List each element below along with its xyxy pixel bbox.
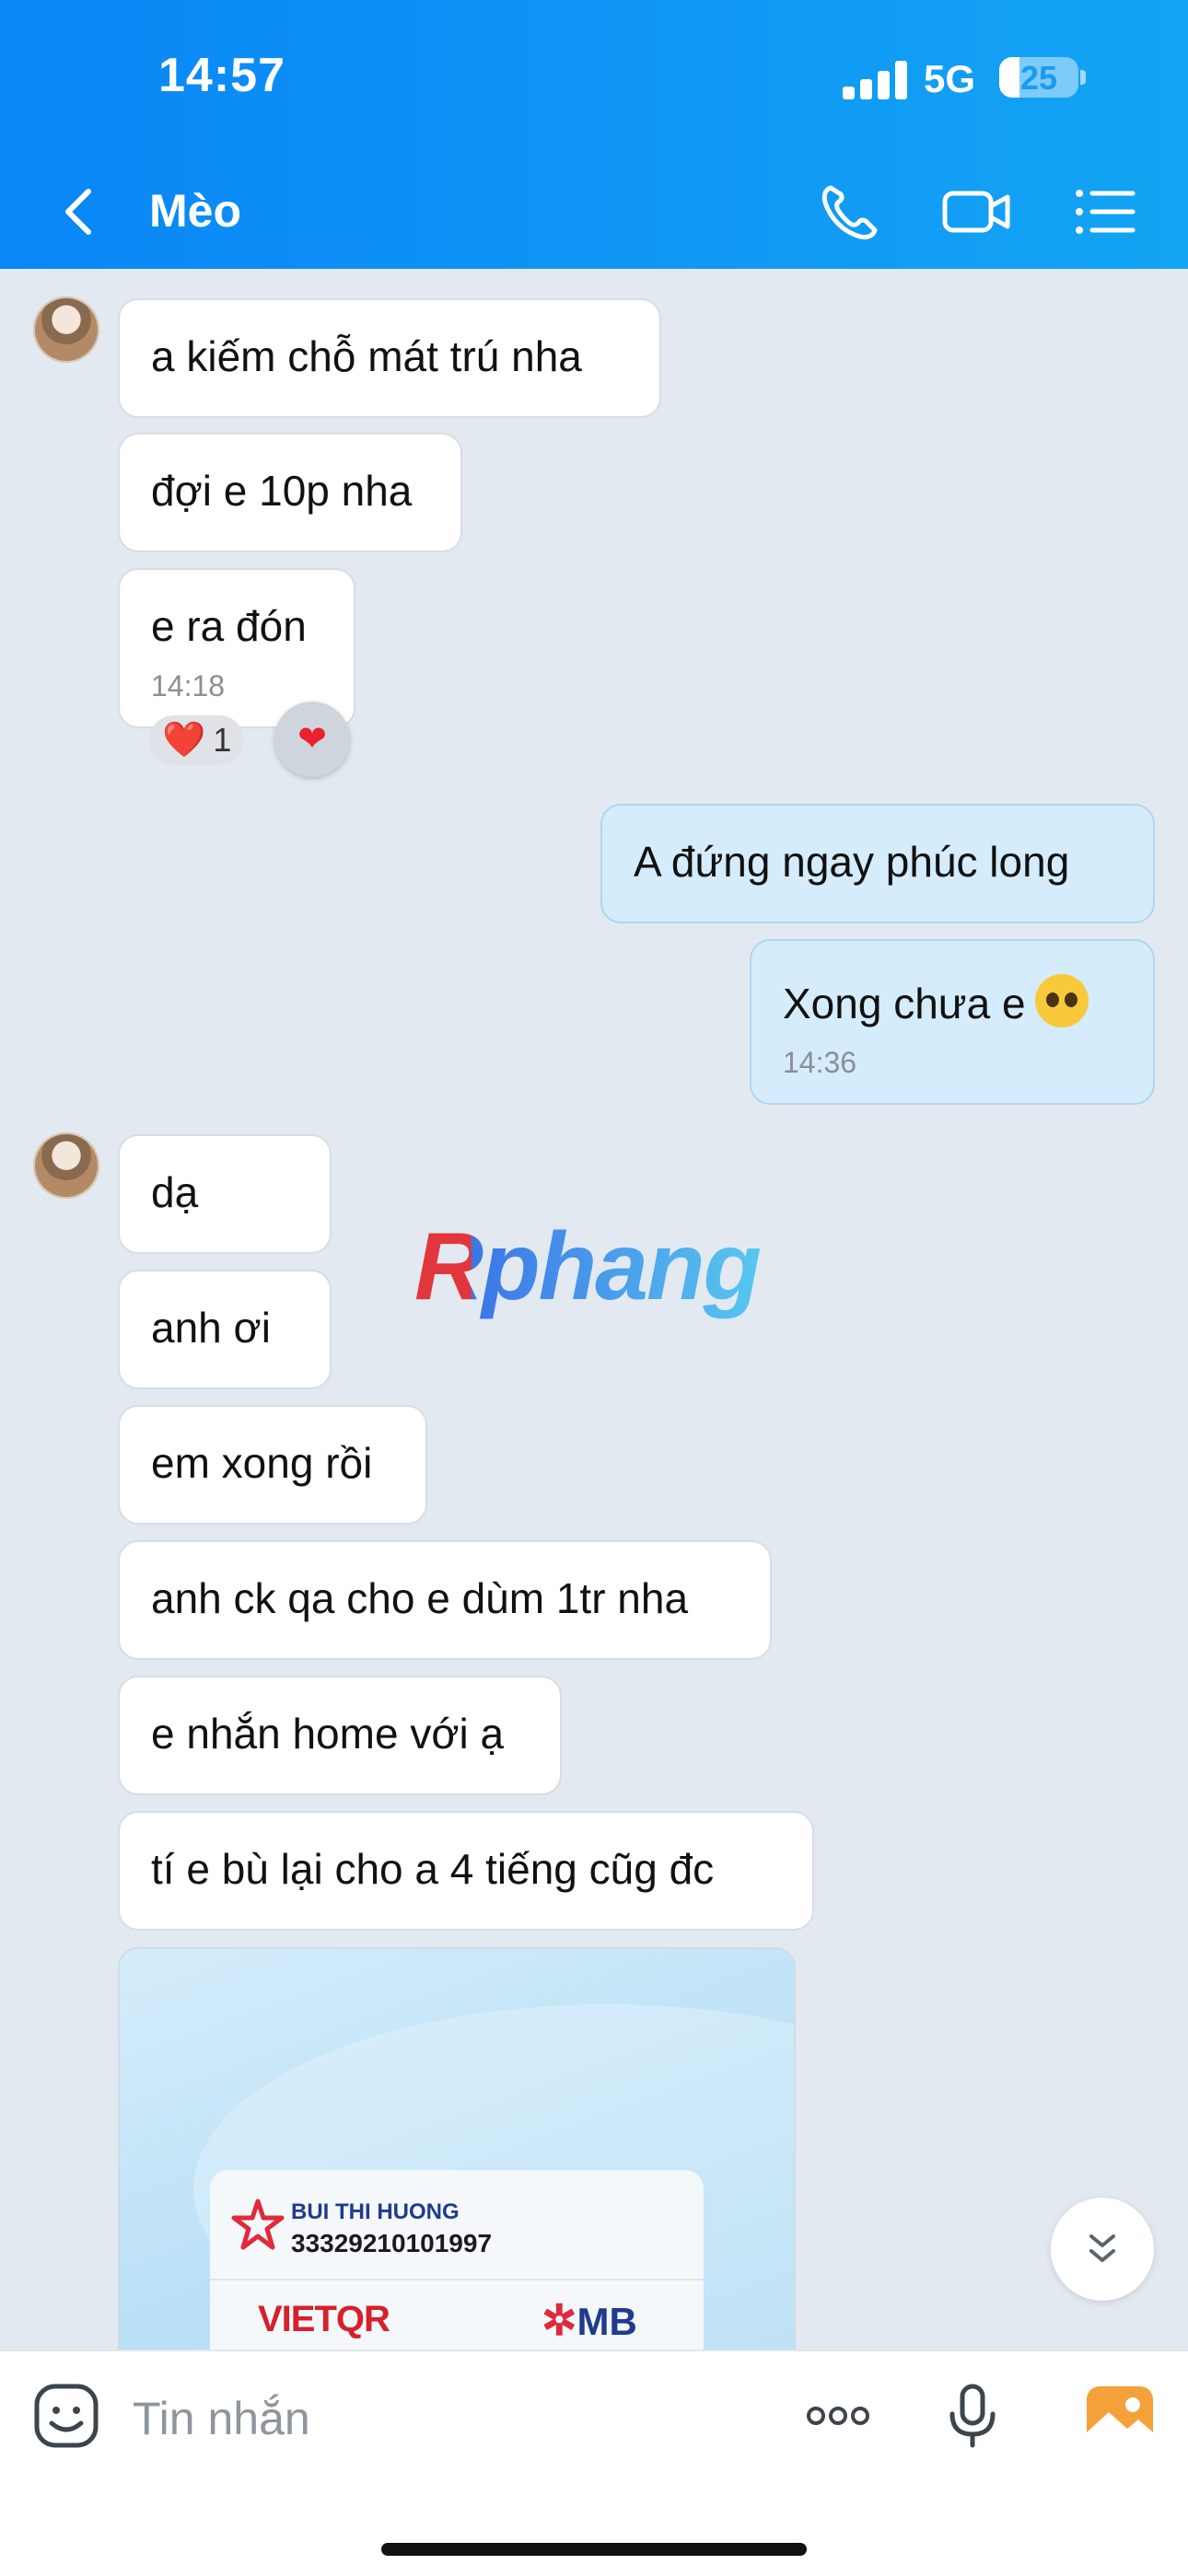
mb-star-icon: ✲ [542, 2296, 577, 2344]
message-text: Xong chưa e [783, 980, 1026, 1027]
signal-icon [843, 61, 907, 99]
mb-logo-text: MB [577, 2300, 637, 2343]
message-text: anh ơi [151, 1304, 271, 1352]
message-time: 14:36 [783, 1046, 857, 1079]
reaction-count: 1 [213, 721, 232, 759]
pleading-face-icon [1034, 974, 1089, 1027]
scroll-to-bottom-button[interactable] [1051, 2198, 1154, 2301]
message-bubble[interactable]: Xong chưa e 14:36 [750, 939, 1155, 1105]
message-text: dạ [151, 1168, 199, 1216]
message-time: 14:18 [151, 669, 226, 702]
network-type: 5G [924, 57, 976, 100]
message-bubble[interactable]: em xong rồi [118, 1405, 427, 1525]
video-call-icon[interactable] [939, 175, 1013, 249]
status-time: 14:57 [158, 49, 285, 102]
heart-icon: ❤ [297, 720, 327, 759]
message-text: anh ck qa cho e dùm 1tr nha [151, 1574, 689, 1622]
home-indicator [381, 2543, 807, 2556]
message-text: đợi e 10p nha [151, 467, 413, 515]
image-icon[interactable] [1083, 2379, 1157, 2453]
message-bubble[interactable]: anh ck qa cho e dùm 1tr nha [118, 1540, 772, 1660]
chat-header: 14:57 5G 25 Mèo [0, 0, 1188, 269]
qr-image-message[interactable]: BUI THI HUONG 33329210101997 VIETQR ✲MB [118, 1947, 796, 2350]
message-text: tí e bù lại cho a 4 tiếng cũg đc [151, 1845, 715, 1893]
mb-star-icon [231, 2199, 285, 2250]
heart-icon: ❤️ [162, 721, 206, 760]
message-bubble[interactable]: e nhắn home với ạ [118, 1676, 562, 1795]
account-name: BUI THI HUONG [291, 2199, 460, 2224]
account-number: 33329210101997 [291, 2229, 493, 2257]
message-bubble[interactable]: anh ơi [118, 1270, 332, 1389]
back-icon[interactable] [53, 175, 109, 249]
react-button[interactable]: ❤ [274, 702, 350, 777]
double-chevron-down-icon [1089, 2234, 1115, 2262]
mb-logo: ✲MB [542, 2295, 637, 2345]
battery-icon: 25 [999, 57, 1078, 98]
message-text: e ra đón [151, 602, 307, 650]
reaction-summary[interactable]: ❤️ 1 [149, 715, 245, 765]
message-bubble[interactable]: tí e bù lại cho a 4 tiếng cũg đc [118, 1811, 814, 1931]
vietqr-logo: VIETQR [258, 2299, 390, 2339]
battery-tip [1080, 70, 1086, 85]
microphone-icon[interactable] [936, 2379, 1009, 2453]
message-text: e nhắn home với ạ [151, 1710, 505, 1758]
qr-card: BUI THI HUONG 33329210101997 VIETQR ✲MB [210, 2170, 704, 2350]
message-bubble[interactable]: a kiếm chỗ mát trú nha [118, 298, 661, 418]
divider [210, 2279, 704, 2280]
message-bubble[interactable]: dạ [118, 1134, 332, 1254]
menu-list-icon[interactable] [1068, 175, 1142, 249]
message-text: A đứng ngay phúc long [634, 838, 1070, 886]
avatar[interactable] [33, 1132, 99, 1199]
message-list[interactable]: a kiếm chỗ mát trú nha đợi e 10p nha e r… [0, 269, 1188, 2350]
more-icon[interactable] [801, 2379, 875, 2453]
battery-level: 25 [1019, 59, 1058, 97]
message-bubble[interactable]: đợi e 10p nha [118, 433, 462, 552]
watermark: Rphang [414, 1213, 762, 1320]
avatar[interactable] [33, 296, 99, 363]
message-text: em xong rồi [151, 1439, 373, 1487]
message-input[interactable] [131, 2385, 779, 2453]
sticker-icon[interactable] [29, 2379, 103, 2453]
message-bubble[interactable]: A đứng ngay phúc long [600, 804, 1155, 923]
conversation-title[interactable]: Mèo [149, 184, 241, 238]
composer-bar [0, 2350, 1188, 2576]
message-text: a kiếm chỗ mát trú nha [151, 332, 582, 380]
phone-icon[interactable] [812, 175, 886, 249]
